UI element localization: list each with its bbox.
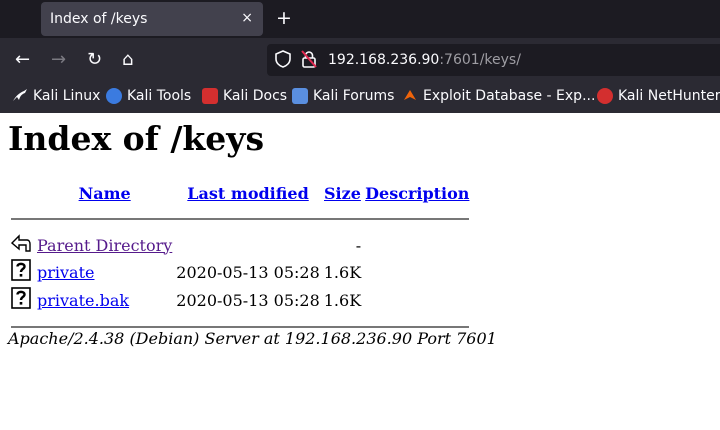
bookmark-kali-nethunter[interactable]: Kali NetHunter [597, 88, 720, 104]
unknown-file-icon [11, 259, 31, 281]
modified-column-header: Last modified [175, 181, 320, 205]
bookmark-kali-forums[interactable]: Kali Forums [292, 88, 394, 104]
server-signature: Apache/2.4.38 (Debian) Server at 192.168… [8, 329, 497, 348]
back-arrow-icon [10, 234, 31, 252]
kali-forums-icon [292, 88, 308, 104]
kali-tools-icon [106, 88, 122, 104]
bookmark-label: Kali Tools [127, 88, 192, 104]
bookmark-label: Kali NetHunter [618, 88, 720, 104]
name-cell: private [36, 259, 173, 285]
size-cell: 1.6K [323, 290, 362, 310]
nethunter-icon [597, 88, 613, 104]
bookmark-exploit-database[interactable]: Exploit Database - Exp... [402, 88, 595, 104]
unknown-file-icon [11, 287, 31, 309]
bookmark-label: Kali Linux [33, 88, 101, 104]
bookmark-kali-tools[interactable]: Kali Tools [106, 88, 191, 104]
modified-cell [175, 233, 320, 257]
size-cell: 1.6K [323, 262, 362, 282]
directory-listing: Name Last modified Size Description Pare… [8, 179, 472, 341]
shield-icon[interactable] [275, 50, 291, 68]
tab-active[interactable]: Index of /keys × [41, 2, 263, 36]
description-cell [364, 233, 470, 257]
separator-row [10, 207, 470, 231]
table-row: private.bak 2020-05-13 05:28 1.6K [10, 287, 470, 313]
bookmark-kali-docs[interactable]: Kali Docs [202, 88, 287, 104]
name-cell: Parent Directory [36, 233, 173, 257]
icon-cell [10, 287, 34, 313]
reload-button[interactable]: ↻ [87, 49, 102, 70]
tab-title: Index of /keys [50, 11, 148, 27]
url-path: :7601/keys/ [439, 52, 521, 68]
url-host: 192.168.236.90 [328, 52, 440, 68]
modified-cell: 2020-05-13 05:28 [176, 290, 320, 310]
table-row: private 2020-05-13 05:28 1.6K [10, 259, 470, 285]
icon-column-header [10, 181, 34, 205]
page-content: Index of /keys Name Last modified Size D… [0, 113, 720, 430]
kali-docs-icon [202, 88, 218, 104]
forward-button[interactable]: → [51, 49, 66, 70]
description-column-header: Description [364, 181, 470, 205]
description-cell [364, 287, 470, 313]
browser-chrome: Index of /keys × + ← → ↻ ⌂ 192.168.236.9… [0, 0, 720, 113]
bookmark-kali-linux[interactable]: Kali Linux [12, 88, 100, 104]
bookmark-label: Exploit Database - Exp... [423, 88, 596, 104]
kali-dragon-icon [13, 89, 27, 101]
size-column-header: Size [323, 181, 362, 205]
bookmark-label: Kali Docs [223, 88, 288, 104]
table-row: Parent Directory - [10, 233, 470, 257]
exploit-db-icon [404, 90, 416, 100]
icon-cell [10, 259, 34, 285]
modified-cell: 2020-05-13 05:28 [176, 262, 320, 282]
name-column-header: Name [36, 181, 173, 205]
page-title: Index of /keys [8, 119, 265, 158]
bookmarks-toolbar: Kali Linux Kali Tools Kali Docs Kali For… [0, 83, 720, 113]
back-button[interactable]: ← [15, 49, 30, 70]
icon-cell [10, 233, 34, 257]
header-row: Name Last modified Size Description [10, 181, 470, 205]
sort-by-name-link[interactable]: Name [79, 184, 131, 203]
bookmark-label: Kali Forums [313, 88, 395, 104]
navigation-bar: ← → ↻ ⌂ 192.168.236.90:7601/keys/ [0, 38, 720, 83]
tab-bar: Index of /keys × + [0, 0, 720, 38]
home-button[interactable]: ⌂ [122, 49, 133, 70]
separator [10, 207, 470, 231]
insecure-lock-icon[interactable] [301, 50, 317, 68]
address-bar[interactable]: 192.168.236.90:7601/keys/ [267, 44, 720, 76]
sort-by-size-link[interactable]: Size [324, 184, 361, 203]
name-cell: private.bak [36, 287, 173, 313]
new-tab-button[interactable]: + [276, 7, 292, 29]
description-cell [364, 259, 470, 285]
file-link-private-bak[interactable]: private.bak [37, 291, 129, 310]
close-tab-icon[interactable]: × [241, 10, 253, 26]
file-link-private[interactable]: private [37, 263, 94, 282]
size-cell: - [355, 235, 362, 255]
url-text[interactable]: 192.168.236.90:7601/keys/ [328, 52, 521, 68]
sort-by-description-link[interactable]: Description [365, 184, 469, 203]
sort-by-modified-link[interactable]: Last modified [187, 184, 308, 203]
parent-directory-link[interactable]: Parent Directory [37, 236, 172, 255]
